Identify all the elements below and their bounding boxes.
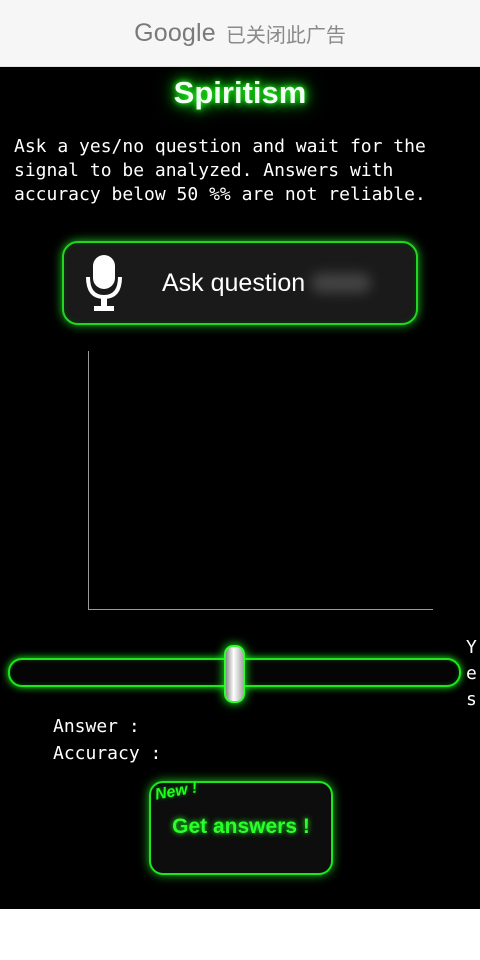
answer-slider-thumb[interactable] <box>224 645 245 703</box>
ask-question-button[interactable]: Ask question <box>62 241 418 325</box>
answer-label: Answer : <box>53 716 140 737</box>
ad-brand-logo: Google <box>134 18 216 47</box>
get-answers-label: Get answers ! <box>172 815 310 838</box>
slider-side-letter: s <box>466 689 477 710</box>
instructions-text: Ask a yes/no question and wait for the s… <box>14 136 437 205</box>
slider-side-letter: e <box>466 663 477 684</box>
bottom-area <box>0 909 480 960</box>
accuracy-label: Accuracy : <box>53 743 162 764</box>
get-answers-button[interactable]: New ! Get answers ! <box>149 779 333 875</box>
new-badge: New ! <box>153 779 199 804</box>
signal-graph <box>88 351 433 610</box>
ask-question-label: Ask question <box>162 268 306 297</box>
page-title: Spiritism <box>173 75 307 110</box>
ad-banner: Google 已关闭此广告 <box>0 0 480 67</box>
slider-side-letter: Y <box>466 637 477 658</box>
microphone-icon <box>64 243 144 323</box>
ad-closed-text: 已关闭此广告 <box>225 22 346 47</box>
app-screen: Spiritism Ask a yes/no question and wait… <box>0 67 480 909</box>
microphone-icon-svg <box>86 255 122 311</box>
blurred-text <box>311 273 372 293</box>
slider-side-label: Y e s <box>466 635 480 713</box>
